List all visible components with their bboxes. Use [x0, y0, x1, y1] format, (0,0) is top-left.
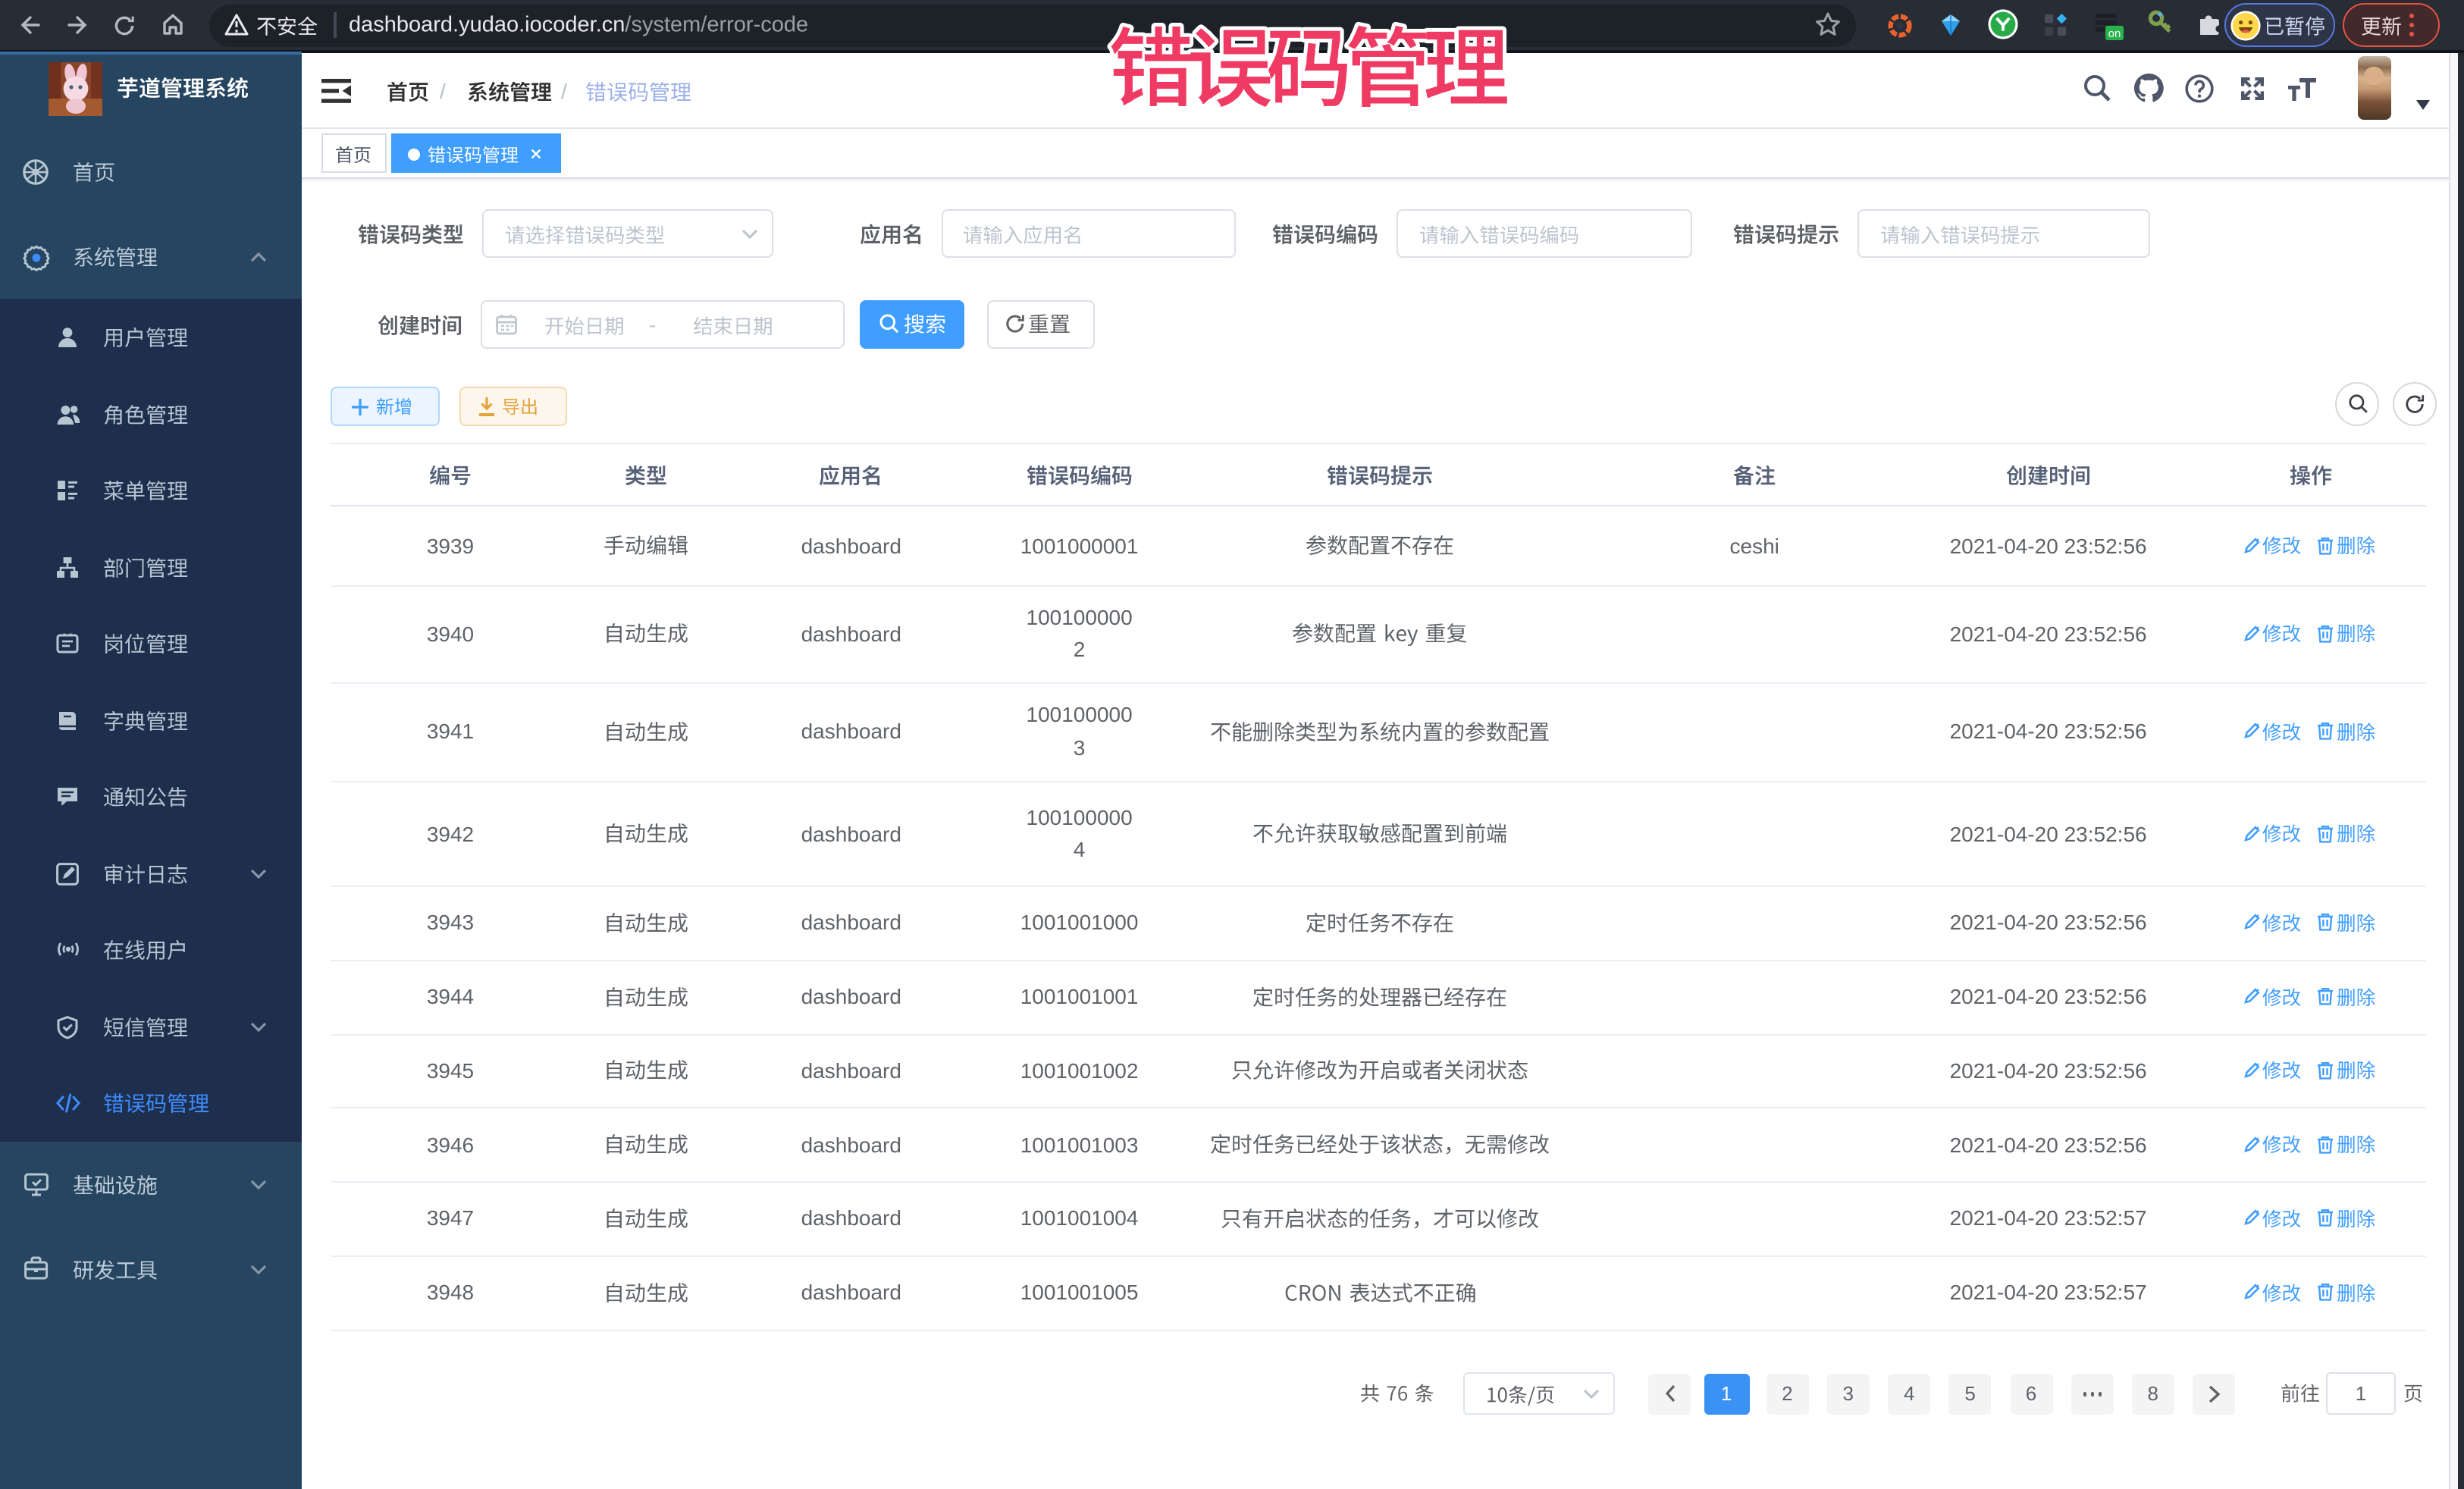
- svg-text:on: on: [2108, 27, 2121, 40]
